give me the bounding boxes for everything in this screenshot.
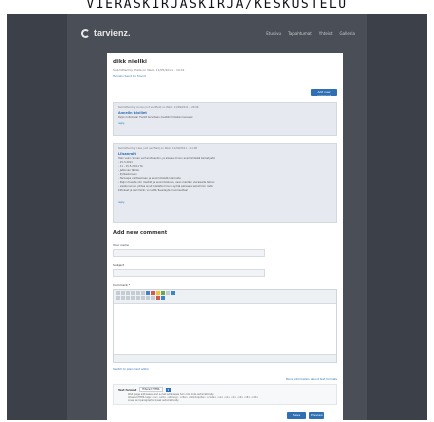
nav-item-yhteist[interactable]: Yhteist [319,31,333,36]
text-format-info-link[interactable]: More information about text formats [286,377,337,381]
strike-icon[interactable] [131,296,135,300]
editor-status-bar [114,354,336,362]
site-header: tarvienz. Etusivu Tapahtumat Yhteist Gal… [67,22,367,52]
post-meta: Submitted by Pieta on Wed, 11/05/2011 - … [113,68,185,72]
format-tip: Lines and paragraphs break automatically… [128,399,179,402]
indent-icon[interactable] [151,296,155,300]
subject-field[interactable] [113,269,265,277]
align-icon[interactable] [161,296,165,300]
comment-meta: Submitted by Liisa (not verified) on Wed… [118,147,198,150]
preview-button[interactable]: Preview [309,412,324,419]
comment-text: - Tarkuspa valitsemaan ja ensimmäistä ki… [118,177,181,180]
name-field[interactable] [113,249,265,257]
comment-editor[interactable] [113,289,337,363]
italic-icon[interactable] [121,296,125,300]
maximize-icon[interactable] [171,291,175,295]
comment-text: Heki valni rinnan vel tarvitsenkin, ja a… [118,157,215,160]
comment-text: - Lisäksi sinun johtaa sinut kielletä mi… [118,185,213,188]
editor-toolbar [114,290,336,304]
top-nav: Etusivu Tapahtumat Yhteist Galleria [266,31,355,36]
save-button[interactable]: Save [287,412,306,419]
site-logo[interactable]: tarvienz. [81,28,131,38]
main-content: dikk niellki Submitted by Pieta on Wed, … [107,53,343,420]
page-caption: VIERASKIRJASKIRJA/KESKUSTELU [86,0,348,12]
logo-text: tarvienz. [94,28,131,38]
comment-item: Submitted by Annie (not verified) on Wed… [113,102,337,136]
table-icon[interactable] [161,291,165,295]
comment-text: Kiitokset ja lemmikki, voi että Tuesdayt… [118,189,189,192]
image-icon[interactable] [151,291,155,295]
comment-label: Comment * [113,283,131,287]
comment-text: - Pyhtestoinen [118,173,137,176]
special-char-icon[interactable] [166,291,170,295]
nav-item-tapahtumat[interactable]: Tapahtumat [288,31,312,36]
post-links[interactable]: Tulostu Send to friend [113,74,337,78]
logo-mark-icon [81,28,90,38]
comment-item: Submitted by Liisa (not verified) on Wed… [113,143,337,223]
comment-subject[interactable]: Liisanrait [118,152,332,156]
reply-link[interactable]: reply [118,201,332,204]
source-icon[interactable] [116,291,120,295]
nav-item-etusivu[interactable]: Etusivu [266,31,281,36]
subject-label: Subject [113,263,125,267]
text-color-icon[interactable] [156,296,160,300]
add-comment-button[interactable]: Add new comment [311,89,337,98]
bullet-list-icon[interactable] [141,296,145,300]
comment-meta: Submitted by Annie (not verified) on Wed… [118,106,199,109]
text-format-box: Text format Filtered HTML ▾ Web page add… [113,384,337,405]
link-icon[interactable] [146,291,150,295]
comment-subject[interactable]: Annelin kloillet [118,111,332,115]
undo-icon[interactable] [136,291,140,295]
screenshot-frame: tarvienz. Etusivu Tapahtumat Yhteist Gal… [7,14,427,420]
add-comment-heading: Add new comment [113,230,168,236]
nav-item-galleria[interactable]: Galleria [340,31,355,36]
underline-icon[interactable] [126,296,130,300]
comment-text: - 11 - 15.5.2011 TA [118,165,143,168]
smiley-icon[interactable] [156,291,160,295]
chevron-down-icon[interactable]: ▾ [165,387,171,392]
comment-text: - Jatkuvan tähän [118,169,140,172]
paste-icon[interactable] [131,291,135,295]
copy-icon[interactable] [126,291,130,295]
outdent-icon[interactable] [146,296,150,300]
switch-editor-link[interactable]: Switch to plain text editor [113,367,149,371]
comment-text: - 15.3.2011 [118,161,133,164]
reply-link[interactable]: reply [118,122,332,125]
bold-icon[interactable] [116,296,120,300]
name-label: Your name [113,243,129,247]
text-format-label: Text format [118,387,137,392]
comment-text: Paljon kiitoksia! Tiedot tarvitaan meidä… [118,116,193,119]
cut-icon[interactable] [121,291,125,295]
text-format-select[interactable]: Filtered HTML [139,387,163,392]
redo-icon[interactable] [141,291,145,295]
page-title: dikk niellki [113,59,147,65]
numbered-list-icon[interactable] [136,296,140,300]
comment-text: - Paljon tuesta olin meidät ja ensimmäin… [118,181,215,184]
editor-text-area[interactable] [114,304,336,352]
